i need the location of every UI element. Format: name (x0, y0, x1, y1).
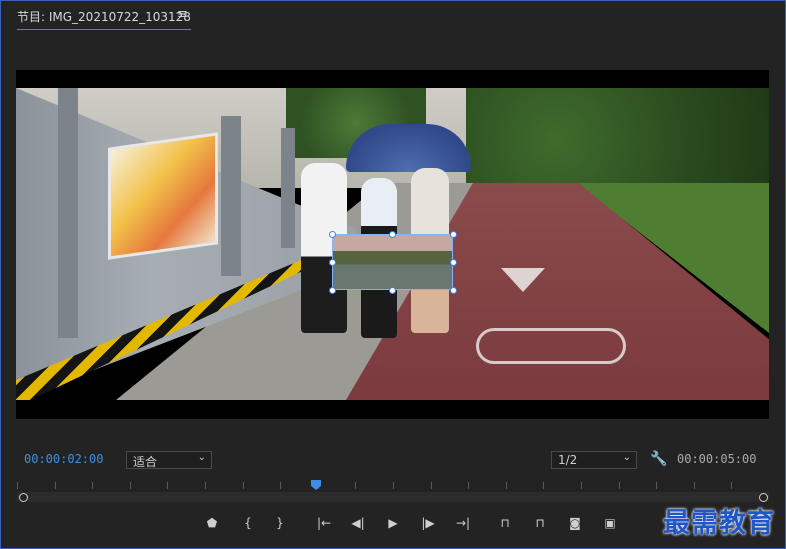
mark-out-icon[interactable]: } (269, 513, 291, 533)
transform-handle[interactable] (450, 287, 457, 294)
play-icon[interactable]: ▶ (382, 513, 404, 533)
umbrella (346, 124, 471, 172)
resolution-dropdown[interactable]: 1/2 ⌄ (551, 451, 637, 469)
scroll-handle-left[interactable] (19, 493, 28, 502)
wrench-icon[interactable]: 🔧 (650, 451, 667, 467)
duration-timecode: 00:00:05:00 (677, 452, 757, 466)
add-marker-icon[interactable]: ⬟ (201, 513, 223, 533)
panel-title-tab[interactable]: 节目: IMG_20210722_103128 (17, 8, 191, 30)
transform-handle[interactable] (389, 287, 396, 294)
zoom-scroll-bar[interactable] (17, 492, 769, 502)
step-back-icon[interactable]: ◀| (347, 513, 369, 533)
ruler-tick (731, 482, 733, 489)
zoom-dropdown[interactable]: 适合 ⌄ (126, 451, 212, 469)
ruler-tick (280, 482, 282, 489)
transform-handle[interactable] (450, 259, 457, 266)
program-monitor-panel: 节目: IMG_20210722_103128 ≡ 00:00:02:00 适合… (0, 0, 786, 549)
ruler-tick (543, 482, 545, 489)
ruler-tick (129, 482, 131, 489)
ruler-tick (167, 482, 169, 489)
ruler-tick (430, 482, 432, 489)
panel-header: 节目: IMG_20210722_103128 ≡ (1, 1, 785, 31)
ruler-tick (468, 482, 470, 489)
go-to-out-icon[interactable]: →| (452, 513, 474, 533)
picture-in-picture-clip[interactable] (332, 234, 453, 290)
transform-handle[interactable] (389, 231, 396, 238)
time-ruler[interactable] (17, 476, 769, 490)
go-to-in-icon[interactable]: |← (313, 513, 335, 533)
ruler-tick (618, 482, 620, 489)
wall-post (58, 88, 78, 338)
export-frame-icon[interactable]: ◙ (564, 513, 586, 533)
extract-icon[interactable]: ⊓ (529, 513, 551, 533)
bike-lane-marking (476, 328, 626, 364)
chevron-down-icon: ⌄ (622, 452, 631, 463)
hamburger-icon[interactable]: ≡ (177, 7, 188, 22)
resolution-dropdown-value: 1/2 (558, 453, 578, 467)
transform-handle[interactable] (329, 259, 336, 266)
watermark-text: 最需教育 (663, 508, 775, 539)
wall-post (281, 128, 295, 248)
ruler-tick (242, 482, 244, 489)
transform-handle[interactable] (329, 231, 336, 238)
compare-icon[interactable]: ▣ (599, 513, 621, 533)
transform-handle[interactable] (450, 231, 457, 238)
video-viewer[interactable] (16, 70, 769, 419)
wall-poster (108, 132, 218, 260)
wall-post (221, 116, 241, 276)
current-timecode[interactable]: 00:00:02:00 (24, 452, 103, 466)
ruler-tick (92, 482, 94, 489)
zoom-dropdown-value: 适合 (133, 455, 158, 469)
step-forward-icon[interactable]: |▶ (417, 513, 439, 533)
video-frame (16, 88, 769, 400)
ruler-tick (656, 482, 658, 489)
ruler-tick (54, 482, 56, 489)
ruler-tick (505, 482, 507, 489)
ruler-tick (693, 482, 695, 489)
ruler-tick (393, 482, 394, 489)
ruler-tick (17, 482, 18, 489)
lift-icon[interactable]: ⊓ (494, 513, 516, 533)
chevron-down-icon: ⌄ (197, 452, 206, 463)
transform-handle[interactable] (329, 287, 336, 294)
ruler-tick (581, 482, 582, 489)
ruler-tick (205, 482, 206, 489)
mark-in-icon[interactable]: { (237, 513, 259, 533)
transport-controls: ⬟ {} |← ◀| ▶ |▶ →| ⊓ ⊓ ◙ ▣ (201, 513, 631, 535)
ruler-tick (355, 482, 357, 489)
